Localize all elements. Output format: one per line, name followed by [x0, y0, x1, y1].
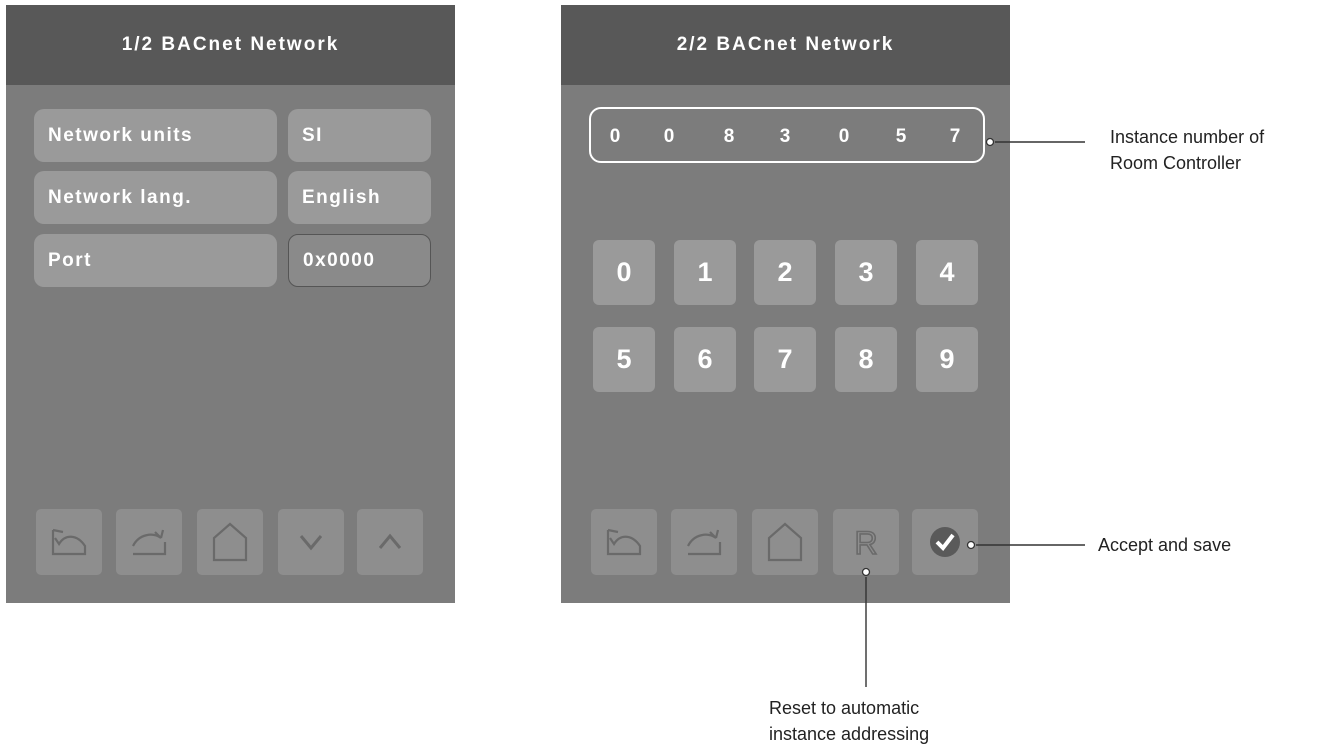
callout-lines	[861, 137, 1085, 687]
accept-save-callout: Accept and save	[1098, 532, 1231, 558]
callout-line: Reset to automatic	[769, 698, 920, 718]
reset-callout: Reset to automatic instance addressing	[769, 695, 929, 747]
callout-line: Instance number of	[1110, 127, 1265, 147]
callout-line: Accept and save	[1098, 535, 1232, 555]
callout-line: Room Controller	[1110, 153, 1242, 173]
callout-line: instance addressing	[769, 724, 930, 744]
instance-number-callout: Instance number of Room Controller	[1110, 124, 1264, 176]
